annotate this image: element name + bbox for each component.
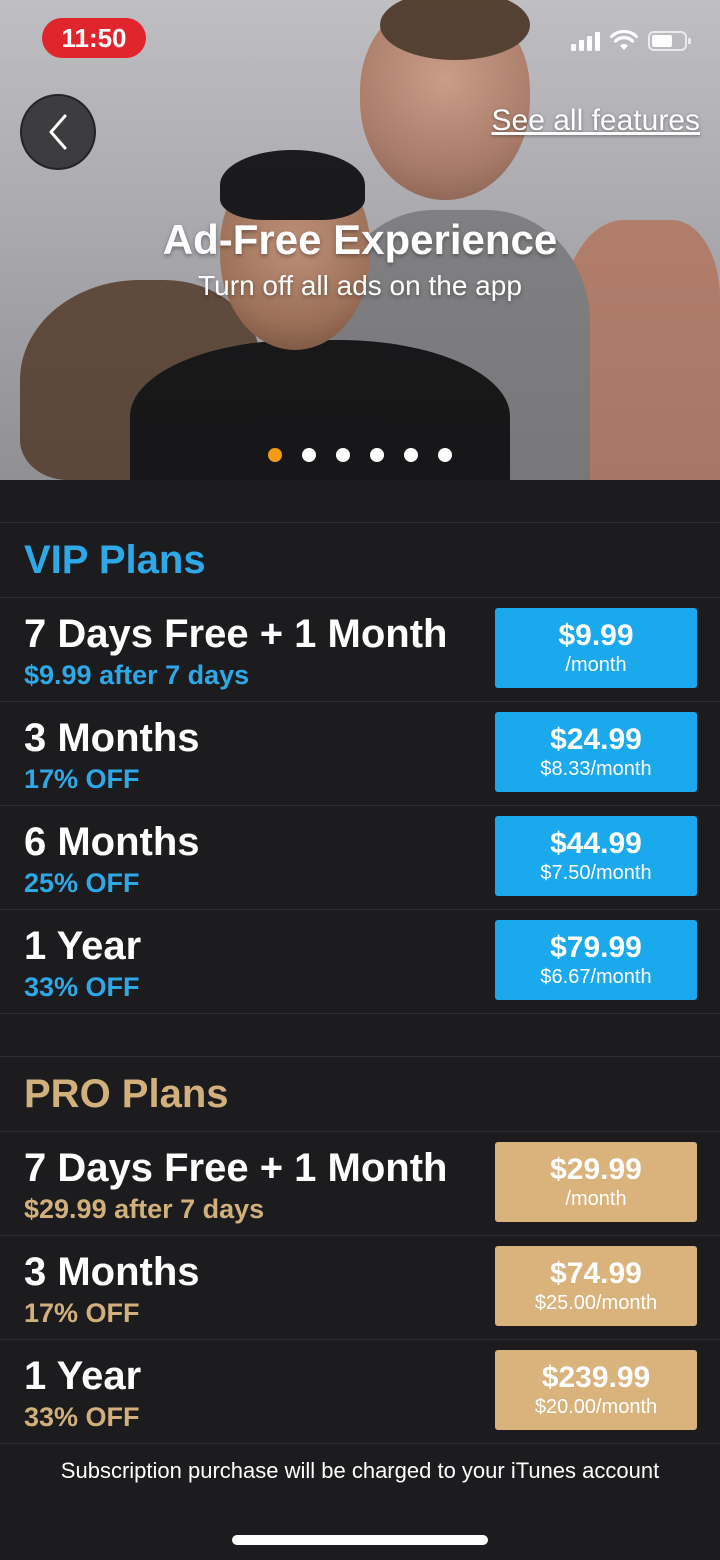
price-per-month: $8.33/month bbox=[540, 758, 652, 780]
plan-name: 1 Year bbox=[24, 1354, 142, 1398]
pro-plan-row-1[interactable]: 7 Days Free + 1 Month $29.99 after 7 day… bbox=[0, 1132, 720, 1236]
price-amount: $24.99 bbox=[550, 723, 642, 756]
vip-price-button-2[interactable]: $24.99 $8.33/month bbox=[495, 712, 697, 792]
status-icons bbox=[571, 30, 692, 52]
see-all-features-link[interactable]: See all features bbox=[492, 104, 700, 138]
plan-subtitle: 17% OFF bbox=[24, 1298, 140, 1328]
vip-price-button-3[interactable]: $44.99 $7.50/month bbox=[495, 816, 697, 896]
vip-price-button-1[interactable]: $9.99 /month bbox=[495, 608, 697, 688]
vip-plans-header: VIP Plans bbox=[0, 522, 720, 598]
pagination-dot-1[interactable] bbox=[268, 448, 282, 462]
vip-plan-row-1[interactable]: 7 Days Free + 1 Month $9.99 after 7 days… bbox=[0, 598, 720, 702]
cellular-signal-icon bbox=[571, 31, 600, 51]
price-per-month: $25.00/month bbox=[534, 1292, 658, 1314]
plan-subtitle: $29.99 after 7 days bbox=[24, 1194, 265, 1224]
pagination-dot-2[interactable] bbox=[302, 448, 316, 462]
plan-name: 7 Days Free + 1 Month bbox=[24, 612, 448, 656]
vip-plan-row-4[interactable]: 1 Year 33% OFF $79.99 $6.67/month bbox=[0, 910, 720, 1014]
plan-name: 3 Months bbox=[24, 716, 200, 760]
bottom-safe-area bbox=[0, 1488, 720, 1560]
wifi-icon bbox=[610, 30, 638, 50]
pagination-dot-3[interactable] bbox=[336, 448, 350, 462]
price-per-month: $6.67/month bbox=[540, 966, 652, 988]
pro-plan-row-3[interactable]: 1 Year 33% OFF $239.99 $20.00/month bbox=[0, 1340, 720, 1444]
plan-name: 1 Year bbox=[24, 924, 142, 968]
plan-subtitle: 17% OFF bbox=[24, 764, 140, 794]
plan-name: 3 Months bbox=[24, 1250, 200, 1294]
price-amount: $44.99 bbox=[550, 827, 642, 860]
home-indicator[interactable] bbox=[232, 1535, 488, 1545]
plan-subtitle: 25% OFF bbox=[24, 868, 140, 898]
price-amount: $239.99 bbox=[541, 1361, 651, 1394]
price-amount: $74.99 bbox=[550, 1257, 642, 1290]
pro-plans-header: PRO Plans bbox=[0, 1056, 720, 1132]
plan-subtitle: $9.99 after 7 days bbox=[24, 660, 250, 690]
pagination-dot-6[interactable] bbox=[438, 448, 452, 462]
pro-price-button-3[interactable]: $239.99 $20.00/month bbox=[495, 1350, 697, 1430]
price-per-month: /month bbox=[565, 654, 627, 676]
price-per-month: $7.50/month bbox=[540, 862, 652, 884]
plan-subtitle: 33% OFF bbox=[24, 972, 140, 1002]
price-per-month: $20.00/month bbox=[534, 1396, 658, 1418]
vip-plan-row-3[interactable]: 6 Months 25% OFF $44.99 $7.50/month bbox=[0, 806, 720, 910]
price-amount: $29.99 bbox=[550, 1153, 642, 1186]
price-amount: $79.99 bbox=[550, 931, 642, 964]
pro-price-button-1[interactable]: $29.99 /month bbox=[495, 1142, 697, 1222]
back-button[interactable] bbox=[20, 94, 96, 170]
status-time: 11:50 bbox=[42, 18, 146, 58]
subscription-disclaimer: Subscription purchase will be charged to… bbox=[60, 1458, 660, 1483]
vip-price-button-4[interactable]: $79.99 $6.67/month bbox=[495, 920, 697, 1000]
price-amount: $9.99 bbox=[558, 619, 634, 652]
plan-subtitle: 33% OFF bbox=[24, 1402, 140, 1432]
plan-name: 7 Days Free + 1 Month bbox=[24, 1146, 448, 1190]
feature-title: Ad-Free Experience bbox=[162, 216, 558, 263]
battery-icon bbox=[648, 31, 691, 51]
pagination-dot-4[interactable] bbox=[370, 448, 384, 462]
pro-plan-row-2[interactable]: 3 Months 17% OFF $74.99 $25.00/month bbox=[0, 1236, 720, 1340]
pagination-dot-5[interactable] bbox=[404, 448, 418, 462]
pro-price-button-2[interactable]: $74.99 $25.00/month bbox=[495, 1246, 697, 1326]
price-per-month: /month bbox=[565, 1188, 627, 1210]
feature-subtitle: Turn off all ads on the app bbox=[198, 270, 522, 301]
chevron-left-icon bbox=[49, 114, 67, 150]
vip-plan-row-2[interactable]: 3 Months 17% OFF $24.99 $8.33/month bbox=[0, 702, 720, 806]
carousel-pagination[interactable] bbox=[0, 448, 720, 462]
plan-name: 6 Months bbox=[24, 820, 200, 864]
